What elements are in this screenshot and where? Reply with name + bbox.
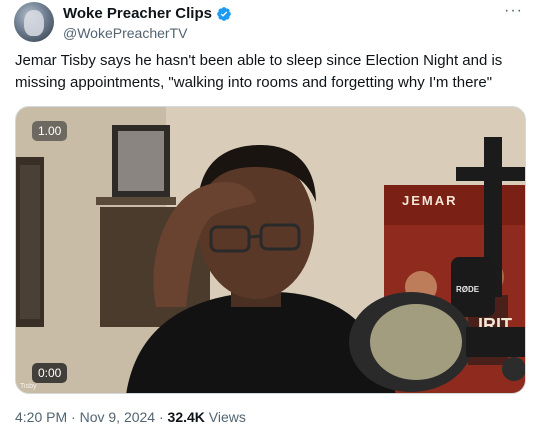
views-label: Views bbox=[208, 409, 246, 425]
author-name-row: Woke Preacher Clips bbox=[63, 5, 232, 22]
video-watermark: Tisby bbox=[20, 383, 37, 390]
meta-separator: · bbox=[71, 409, 76, 425]
author-display-name[interactable]: Woke Preacher Clips bbox=[63, 5, 212, 22]
more-options-icon[interactable]: ··· bbox=[504, 2, 523, 20]
meta-separator: · bbox=[158, 409, 164, 425]
views-count: 32.4K bbox=[167, 409, 205, 425]
avatar[interactable] bbox=[14, 2, 54, 42]
author-handle[interactable]: @WokePreacherTV bbox=[63, 25, 187, 41]
verified-badge-icon bbox=[217, 6, 231, 21]
poster-title: JEMAR bbox=[402, 193, 458, 208]
shelf bbox=[96, 197, 176, 205]
video-timestamp: 0:00 bbox=[32, 363, 68, 383]
tweet-text: Jemar Tisby says he hasn't been able to … bbox=[15, 52, 503, 91]
playback-rate-badge[interactable]: 1.00 bbox=[32, 121, 68, 141]
mic-brand: RØDE bbox=[456, 285, 480, 294]
video-frame: JEMAR IRIT RØDE bbox=[16, 107, 525, 393]
tweet-time[interactable]: 4:20 PM bbox=[15, 409, 67, 425]
video-player[interactable]: JEMAR IRIT RØDE 1.00 0:00 Tisby bbox=[15, 106, 526, 394]
tweet-date[interactable]: Nov 9, 2024 bbox=[80, 409, 156, 425]
tweet-meta: 4:20 PM · Nov 9, 2024 · 32.4K Views bbox=[15, 409, 246, 425]
tweet-card[interactable]: Woke Preacher Clips @WokePreacherTV ··· … bbox=[0, 0, 540, 436]
